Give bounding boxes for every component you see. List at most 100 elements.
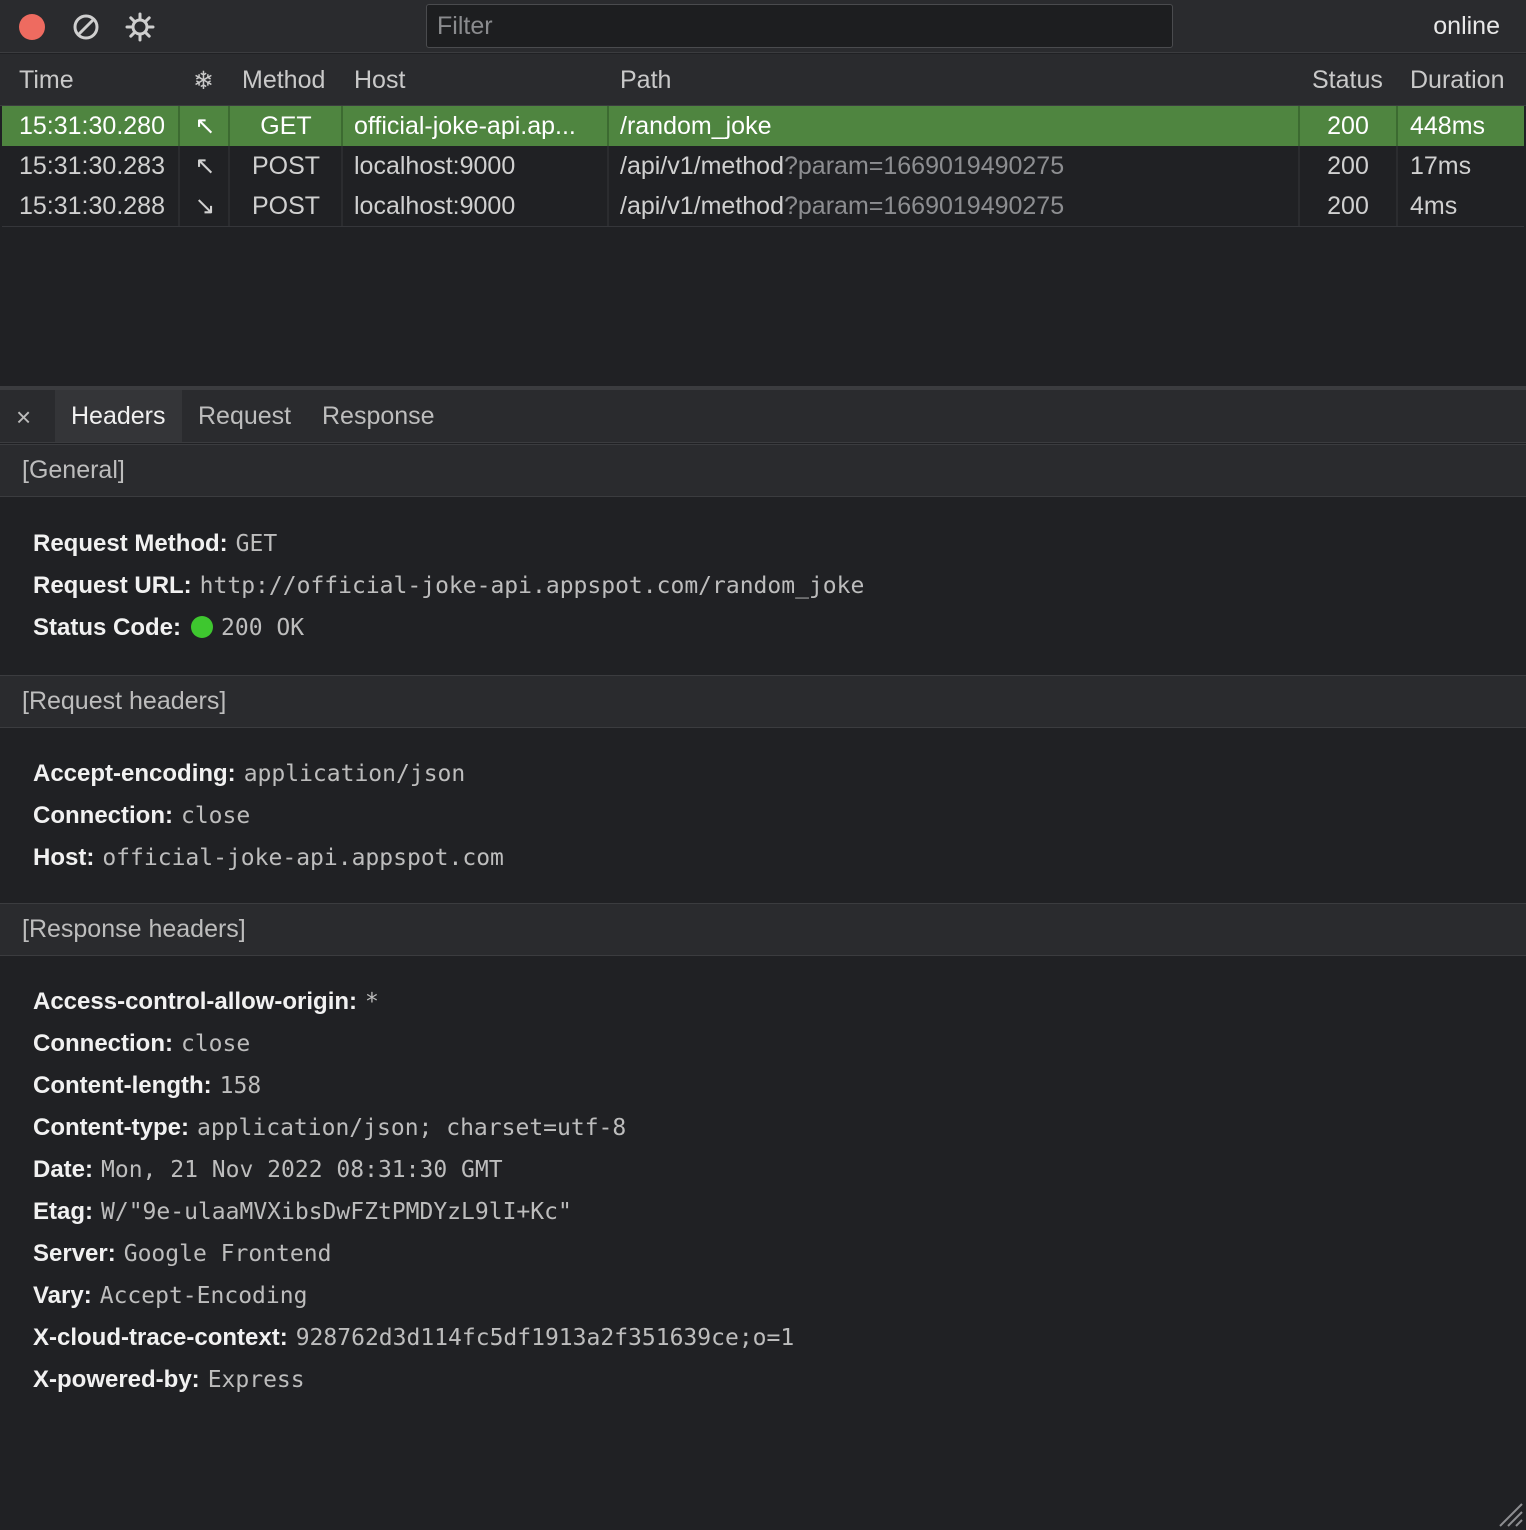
duration-text: 448ms <box>1410 112 1486 140</box>
tab-response[interactable]: Response <box>306 390 451 442</box>
header-key: Server: <box>33 1240 116 1267</box>
time-text: 15:31:30.280 <box>19 112 165 140</box>
header-value: Mon, 21 Nov 2022 08:31:30 GMT <box>101 1157 503 1183</box>
time-text: 15:31:30.288 <box>19 192 165 220</box>
header-value: close <box>180 803 251 829</box>
header-key: Etag: <box>33 1198 93 1225</box>
general-request-url: Request URL: http://official-joke-api.app… <box>33 572 864 600</box>
header-key: Connection: <box>33 802 173 829</box>
header-value: W/"9e-ulaaMVXibsDwFZtPMDYzL9lI+Kc" <box>101 1199 572 1225</box>
host-text: localhost:9000 <box>354 152 516 180</box>
cell-dir-icon: ↖ <box>180 106 230 146</box>
tab-headers[interactable]: Headers <box>55 390 182 442</box>
header-entry: Connection: close <box>33 802 250 830</box>
header-entry: Accept-encoding: application/json <box>33 760 465 788</box>
column-direction-icon[interactable]: ❄ <box>193 66 214 96</box>
clear-icon[interactable] <box>70 11 102 43</box>
header-entry: Content-length: 158 <box>33 1072 261 1100</box>
table-row[interactable]: 15:31:30.280 ↖ GET official-joke-api.ap... /… <box>2 106 1524 146</box>
status-text: 200 <box>1327 112 1369 140</box>
cell-path: /api/v1/method?param=1669019490275 <box>608 146 1298 186</box>
header-entry: Etag: W/"9e-ulaaMVXibsDwFZtPMDYzL9lI+Kc" <box>33 1198 572 1226</box>
column-time[interactable]: Time <box>19 66 74 95</box>
method-text: GET <box>260 112 312 140</box>
cell-host: localhost:9000 <box>342 146 608 186</box>
section-request-headers-header[interactable]: [Request headers] <box>0 675 1526 728</box>
tab-request[interactable]: Request <box>182 390 307 442</box>
resize-handle-icon[interactable] <box>1496 1500 1524 1528</box>
status-ok-dot-icon <box>191 616 214 638</box>
header-entry: Content-type: application/json; charset=u… <box>33 1114 626 1142</box>
settings-gear-icon[interactable] <box>124 11 156 43</box>
header-value: close <box>180 1031 251 1057</box>
header-key: Status Code: <box>33 614 182 641</box>
header-entry: Host: official-joke-api.appspot.com <box>33 844 504 872</box>
dir-text: ↖ <box>194 112 216 140</box>
path-text: /api/v1/method <box>620 192 784 220</box>
status-text: 200 <box>1327 152 1369 180</box>
cell-method: POST <box>230 186 342 226</box>
header-value: application/json; charset=utf-8 <box>196 1115 627 1141</box>
requests-table-header: Time ❄ Method Host Path Status Duration <box>0 54 1526 106</box>
header-entry: Vary: Accept-Encoding <box>33 1282 307 1310</box>
duration-text: 17ms <box>1410 152 1472 180</box>
header-key: X-cloud-trace-context: <box>33 1324 288 1351</box>
header-key: Request URL: <box>33 572 192 599</box>
header-key: Host: <box>33 844 95 871</box>
filter-input[interactable] <box>426 4 1173 48</box>
header-entry: Date: Mon, 21 Nov 2022 08:31:30 GMT <box>33 1156 503 1184</box>
header-key: Content-length: <box>33 1072 212 1099</box>
header-entry: X-powered-by: Express <box>33 1366 305 1394</box>
column-method[interactable]: Method <box>242 66 325 95</box>
header-entry: X-cloud-trace-context: 928762d3d114fc5df1… <box>33 1324 794 1352</box>
header-key: Connection: <box>33 1030 173 1057</box>
cell-method: POST <box>230 146 342 186</box>
cell-duration: 448ms <box>1397 106 1524 146</box>
header-entry: Connection: close <box>33 1030 250 1058</box>
cell-status: 200 <box>1299 186 1397 226</box>
column-path[interactable]: Path <box>620 66 671 95</box>
path-text: /api/v1/method <box>620 152 784 180</box>
cell-duration: 17ms <box>1397 146 1524 186</box>
header-value: application/json <box>243 761 466 787</box>
header-entry: Server: Google Frontend <box>33 1240 331 1268</box>
general-request-method: Request Method: GET <box>33 530 277 558</box>
close-icon[interactable]: × <box>16 402 31 433</box>
connection-status: online <box>1433 12 1500 40</box>
cell-dir-icon: ↘ <box>180 186 230 226</box>
path-text: /random_joke <box>620 112 772 140</box>
column-duration[interactable]: Duration <box>1410 66 1505 95</box>
cell-host: official-joke-api.ap... <box>342 106 608 146</box>
time-text: 15:31:30.283 <box>19 152 165 180</box>
cell-dir-icon: ↖ <box>180 146 230 186</box>
header-key: Content-type: <box>33 1114 189 1141</box>
table-row[interactable]: 15:31:30.283 ↖ POST localhost:9000/api/v1/m… <box>2 146 1524 187</box>
table-row[interactable]: 15:31:30.288 ↘ POST localhost:9000/api/v1/m… <box>2 186 1524 227</box>
query-text: ?param=1669019490275 <box>784 152 1065 180</box>
section-general-header[interactable]: [General] <box>0 444 1526 497</box>
status-text: 200 <box>1327 192 1369 220</box>
header-key: Date: <box>33 1156 94 1183</box>
cell-time: 15:31:30.288 <box>19 186 179 226</box>
method-text: POST <box>251 192 321 220</box>
dir-text: ↘ <box>194 192 216 220</box>
dir-text: ↖ <box>194 152 216 180</box>
cell-time: 15:31:30.283 <box>19 146 179 186</box>
header-value: 200 OK <box>221 615 305 641</box>
section-response-headers-header[interactable]: [Response headers] <box>0 903 1526 956</box>
column-host[interactable]: Host <box>354 66 405 95</box>
host-text: localhost:9000 <box>354 192 516 220</box>
toolbar: online <box>0 0 1526 53</box>
cell-duration: 4ms <box>1397 186 1524 226</box>
record-stop-icon[interactable] <box>19 14 45 40</box>
header-key: X-powered-by: <box>33 1366 200 1393</box>
header-key: Vary: <box>33 1282 92 1309</box>
header-value: * <box>365 989 379 1015</box>
detail-tabs: × Headers Request Response <box>0 390 1526 443</box>
general-status-code: Status Code: 200 OK <box>33 614 304 642</box>
cell-path: /api/v1/method?param=1669019490275 <box>608 186 1298 226</box>
column-status[interactable]: Status <box>1312 66 1383 95</box>
cell-path: /random_joke <box>608 106 1298 146</box>
cell-method: GET <box>230 106 342 146</box>
header-value: Google Frontend <box>123 1241 332 1267</box>
